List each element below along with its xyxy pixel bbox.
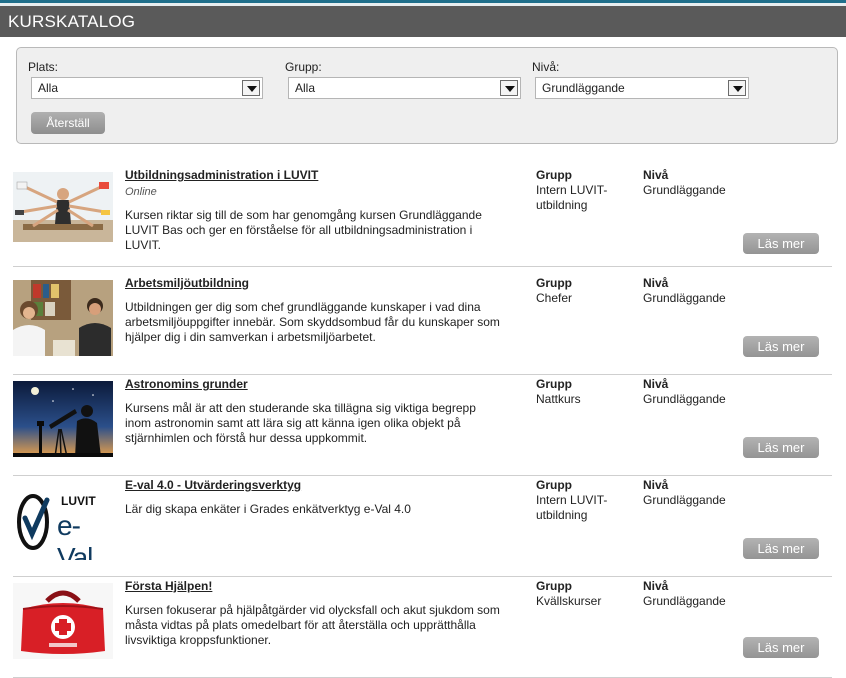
- niva-select-value: Grundläggande: [542, 81, 625, 95]
- filter-panel: Plats: Alla Grupp: Alla Nivå: Grundlägga…: [16, 47, 838, 144]
- group-heading: Grupp: [536, 579, 572, 593]
- course-description: Kursens mål är att den studerande ska ti…: [125, 401, 476, 445]
- group-value: Intern LUVIT-utbildning: [536, 183, 608, 212]
- course-description: Utbildningen ger dig som chef grundlägga…: [125, 300, 500, 344]
- course-description: Kursen riktar sig till de som har genomg…: [125, 208, 482, 252]
- level-heading: Nivå: [643, 168, 669, 182]
- plats-label: Plats:: [28, 60, 59, 74]
- course-item: Första Hjälpen! Kursen fokuserar på hjäl…: [13, 577, 832, 678]
- office-meeting-photo[interactable]: [13, 280, 113, 356]
- multitasking-woman-photo[interactable]: [13, 172, 113, 242]
- group-heading: Grupp: [536, 168, 572, 182]
- course-title-link[interactable]: E-val 4.0 - Utvärderingsverktyg: [125, 478, 301, 492]
- level-value: Grundläggande: [643, 392, 726, 406]
- group-heading: Grupp: [536, 377, 572, 391]
- level-heading: Nivå: [643, 276, 669, 290]
- course-title-link[interactable]: Arbetsmiljöutbildning: [125, 276, 249, 290]
- course-description: Lär dig skapa enkäter i Grades enkätverk…: [125, 502, 411, 516]
- luvit-eval-logo[interactable]: LUVIT e-Val: [13, 484, 113, 560]
- group-value: Nattkurs: [536, 392, 581, 406]
- first-aid-bag-photo[interactable]: [13, 583, 113, 659]
- course-description: Kursen fokuserar på hjälpåtgärder vid ol…: [125, 603, 500, 647]
- niva-select[interactable]: Grundläggande: [535, 77, 749, 99]
- course-item: LUVIT e-Val E-val 4.0 - Utvärderingsverk…: [13, 476, 832, 577]
- logo-brand: LUVIT: [61, 494, 96, 508]
- course-mode: Online: [125, 186, 157, 198]
- chevron-down-icon[interactable]: [242, 80, 260, 96]
- group-value: Chefer: [536, 291, 573, 305]
- level-value: Grundläggande: [643, 183, 726, 197]
- course-item: Astronomins grunder Kursens mål är att d…: [13, 375, 832, 476]
- read-more-button[interactable]: Läs mer: [743, 538, 819, 559]
- chevron-down-icon[interactable]: [728, 80, 746, 96]
- telescope-night-photo[interactable]: [13, 381, 113, 457]
- level-value: Grundläggande: [643, 493, 726, 507]
- read-more-button[interactable]: Läs mer: [743, 637, 819, 658]
- level-heading: Nivå: [643, 377, 669, 391]
- group-heading: Grupp: [536, 478, 572, 492]
- logo-product: e-Val: [57, 510, 93, 560]
- read-more-button[interactable]: Läs mer: [743, 336, 819, 357]
- course-title-link[interactable]: Astronomins grunder: [125, 377, 248, 391]
- group-heading: Grupp: [536, 276, 572, 290]
- plats-select[interactable]: Alla: [31, 77, 263, 99]
- course-item: Utbildningsadministration i LUVIT Online…: [13, 166, 832, 267]
- course-title-link[interactable]: Utbildningsadministration i LUVIT: [125, 168, 318, 182]
- level-value: Grundläggande: [643, 594, 726, 608]
- read-more-button[interactable]: Läs mer: [743, 437, 819, 458]
- grupp-select-value: Alla: [295, 81, 316, 95]
- group-value: Kvällskurser: [536, 594, 602, 608]
- grupp-label: Grupp:: [285, 60, 322, 74]
- niva-label: Nivå:: [532, 60, 560, 74]
- course-item: Arbetsmiljöutbildning Utbildningen ger d…: [13, 274, 832, 375]
- level-value: Grundläggande: [643, 291, 726, 305]
- course-title-link[interactable]: Första Hjälpen!: [125, 579, 212, 593]
- read-more-button[interactable]: Läs mer: [743, 233, 819, 254]
- page-title: KURSKATALOG: [0, 6, 846, 37]
- group-value: Intern LUVIT-utbildning: [536, 493, 608, 522]
- reset-button[interactable]: Återställ: [31, 112, 105, 134]
- plats-select-value: Alla: [38, 81, 59, 95]
- level-heading: Nivå: [643, 478, 669, 492]
- grupp-select[interactable]: Alla: [288, 77, 521, 99]
- level-heading: Nivå: [643, 579, 669, 593]
- chevron-down-icon[interactable]: [500, 80, 518, 96]
